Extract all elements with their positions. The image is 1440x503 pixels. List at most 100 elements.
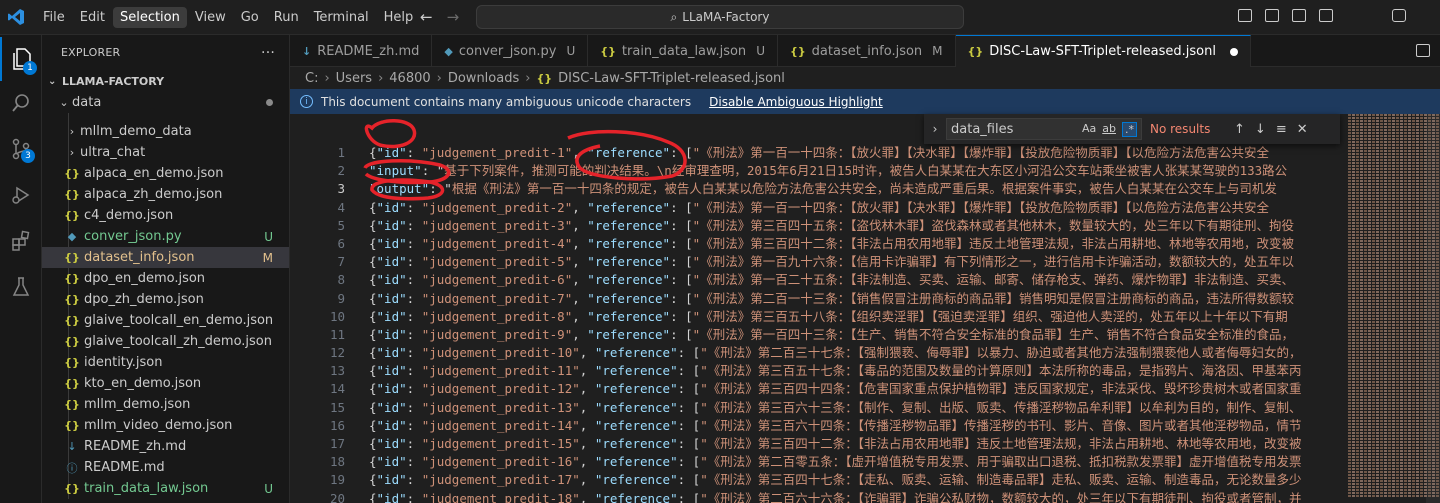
code-line[interactable]: {"id": "judgement_predit-4", "reference"… — [369, 235, 1339, 253]
json-file-icon: {} — [64, 293, 80, 306]
tree-file[interactable]: {} glaive_toolcall_zh_demo.json — [42, 331, 289, 352]
tree-file[interactable]: {} mllm_demo.json — [42, 394, 289, 415]
vscode-logo-icon[interactable] — [2, 0, 30, 35]
layout-controls — [1238, 9, 1333, 22]
breadcrumb-item[interactable]: 46800 — [389, 71, 430, 86]
regex-option[interactable]: .* — [1122, 122, 1137, 137]
find-input[interactable]: data_files Aa ab .* — [946, 118, 1142, 140]
tree-file[interactable]: {} c4_demo.json — [42, 205, 289, 226]
breadcrumb-item[interactable]: Downloads — [448, 71, 519, 86]
menu-file[interactable]: File — [36, 7, 72, 28]
toggle-secondary-sidebar-icon[interactable] — [1292, 9, 1306, 22]
vertical-scrollbar[interactable] — [1426, 114, 1440, 503]
back-arrow-icon[interactable]: ← — [420, 8, 433, 26]
command-center[interactable]: ⌕ LLaMA-Factory — [476, 5, 964, 29]
disable-highlight-link[interactable]: Disable Ambiguous Highlight — [709, 95, 883, 109]
code-line[interactable]: {"id": "judgement_predit-11", "reference… — [369, 362, 1339, 380]
tree-file[interactable]: {} alpaca_zh_demo.json — [42, 184, 289, 205]
customize-layout-icon[interactable] — [1319, 9, 1333, 22]
code-line[interactable]: {"id": "judgement_predit-8", "reference"… — [369, 308, 1339, 326]
tree-file[interactable]: {} train_data_law.json U — [42, 478, 289, 499]
code-line[interactable]: {"id": "judgement_predit-13", "reference… — [369, 399, 1339, 417]
whole-word-option[interactable]: ab — [1102, 122, 1116, 137]
quote: " — [700, 363, 708, 379]
code-line[interactable]: {"id": "judgement_predit-17", "reference… — [369, 471, 1339, 489]
tree-file[interactable]: {} kto_en_demo.json — [42, 373, 289, 394]
tab-dataset-info-json[interactable]: {} dataset_info.json M — [778, 35, 956, 67]
code-line[interactable]: {"id": "judgement_predit-18", "reference… — [369, 490, 1339, 503]
code-line[interactable]: {"id": "judgement_predit-3", "reference"… — [369, 217, 1339, 235]
source-control-icon[interactable]: 3 — [0, 127, 42, 171]
punctuation: : — [406, 399, 422, 415]
json-string: 《刑法》第一百二十五条：【非法制造、买卖、运输、邮寄、储存枪支、弹药、爆炸物罪】… — [700, 272, 1294, 288]
tree-file[interactable]: ↓ README_zh.md — [42, 436, 289, 457]
menu-help[interactable]: Help — [377, 7, 421, 28]
menu-selection[interactable]: Selection — [112, 6, 187, 28]
previous-match-icon[interactable]: ↑ — [1234, 122, 1245, 137]
code-line[interactable]: {"id": "judgement_predit-5", "reference"… — [369, 253, 1339, 271]
code-line[interactable]: "output": "根据《刑法》第一百一十四条的规定，被告人白某某以危险方法危… — [369, 180, 1339, 198]
toggle-sidebar-icon[interactable] — [1238, 9, 1252, 22]
code-line[interactable]: {"id": "judgement_predit-9", "reference"… — [369, 326, 1339, 344]
code-line[interactable]: {"id": "judgement_predit-2", "reference"… — [369, 199, 1339, 217]
extensions-icon[interactable] — [0, 219, 42, 263]
code-line[interactable]: {"id": "judgement_predit-1", "reference"… — [369, 144, 1339, 162]
toggle-panel-icon[interactable] — [1265, 9, 1279, 22]
split-editor-icon[interactable] — [1416, 44, 1430, 57]
tree-file[interactable]: {} identity.json — [42, 352, 289, 373]
tree-file[interactable]: ◆ conver_json.py U — [42, 226, 289, 247]
menu-edit[interactable]: Edit — [73, 7, 112, 28]
tab-readme-zh-md[interactable]: ↓ README_zh.md — [290, 35, 433, 67]
tab-disc-law-sft-triplet-released-jsonl[interactable]: {} DISC-Law-SFT-Triplet-released.jsonl — [955, 35, 1251, 67]
menu-view[interactable]: View — [188, 7, 233, 28]
menu-go[interactable]: Go — [234, 7, 266, 28]
run-debug-icon[interactable] — [0, 173, 42, 217]
code-line[interactable]: {"id": "judgement_predit-10", "reference… — [369, 344, 1339, 362]
tree-file[interactable]: ⓘ README.md — [42, 457, 289, 478]
breadcrumb-item[interactable]: C: — [305, 71, 318, 86]
search-activity-icon[interactable] — [0, 81, 42, 125]
testing-flask-icon[interactable] — [0, 265, 42, 309]
forward-arrow-icon[interactable]: → — [447, 8, 460, 26]
tree-folder-data[interactable]: ⌄ data — [42, 92, 289, 113]
tab-train-data-law-json[interactable]: {} train_data_law.json U — [588, 35, 778, 67]
tree-file[interactable]: {} dpo_zh_demo.json — [42, 289, 289, 310]
tree-file[interactable]: {} dpo_en_demo.json — [42, 268, 289, 289]
code-lines[interactable]: {"id": "judgement_predit-1", "reference"… — [369, 144, 1339, 503]
code-line[interactable]: {"id": "judgement_predit-14", "reference… — [369, 417, 1339, 435]
code-line[interactable]: {"id": "judgement_predit-15", "reference… — [369, 435, 1339, 453]
find-in-selection-icon[interactable]: ≡ — [1276, 122, 1287, 137]
close-find-icon[interactable]: ✕ — [1297, 122, 1308, 137]
code-line[interactable]: {"id": "judgement_predit-16", "reference… — [369, 453, 1339, 471]
tree-folder[interactable]: › mllm_demo_data — [42, 121, 289, 142]
code-line[interactable]: {"id": "judgement_predit-7", "reference"… — [369, 290, 1339, 308]
tree-file[interactable]: {} glaive_toolcall_en_demo.json — [42, 310, 289, 331]
workspace-root[interactable]: ⌄ LLAMA-FACTORY — [42, 70, 289, 92]
tree-folder[interactable]: › ultra_chat — [42, 142, 289, 163]
code-editor[interactable]: 1 2 3 4 5 6 7 8 9 10 11 12 13 14 15 16 17 18 19 20 {"id": "… — [290, 114, 1344, 503]
tree-file[interactable]: {} dataset_info.json M — [42, 247, 289, 268]
unsaved-dot-icon[interactable] — [1229, 47, 1238, 56]
punctuation: : — [429, 181, 445, 197]
next-match-icon[interactable]: ↓ — [1255, 122, 1266, 137]
window-restore-icon[interactable] — [1392, 9, 1406, 22]
line-number-gutter: 1 2 3 4 5 6 7 8 9 10 11 12 13 14 15 16 17 18 19 20 — [290, 144, 354, 503]
toggle-replace-chevron-icon[interactable]: › — [924, 122, 946, 136]
tree-file[interactable]: {} mllm_video_demo.json — [42, 415, 289, 436]
json-key: "reference" — [587, 217, 671, 233]
menu-run[interactable]: Run — [267, 7, 306, 28]
breadcrumb-item[interactable]: Users — [336, 71, 372, 86]
code-line[interactable]: {"id": "judgement_predit-12", "reference… — [369, 380, 1339, 398]
breadcrumb-item[interactable]: DISC-Law-SFT-Triplet-released.jsonl — [558, 71, 785, 86]
tree-file[interactable]: {} alpaca_en_demo.json — [42, 163, 289, 184]
explorer-icon[interactable]: 1 — [0, 37, 42, 81]
match-case-option[interactable]: Aa — [1082, 122, 1096, 137]
git-status-badge: M — [262, 250, 273, 265]
tab-conver-json-py[interactable]: ◆ conver_json.py U — [432, 35, 589, 67]
code-line[interactable]: "input": "基于下列案件，推测可能的判决结果。\n经审理查明，2015年… — [369, 162, 1339, 180]
quote: " — [572, 417, 580, 433]
json-file-icon: {} — [64, 167, 80, 180]
menu-terminal[interactable]: Terminal — [307, 7, 376, 28]
more-actions-icon[interactable]: ··· — [261, 45, 275, 61]
code-line[interactable]: {"id": "judgement_predit-6", "reference"… — [369, 271, 1339, 289]
